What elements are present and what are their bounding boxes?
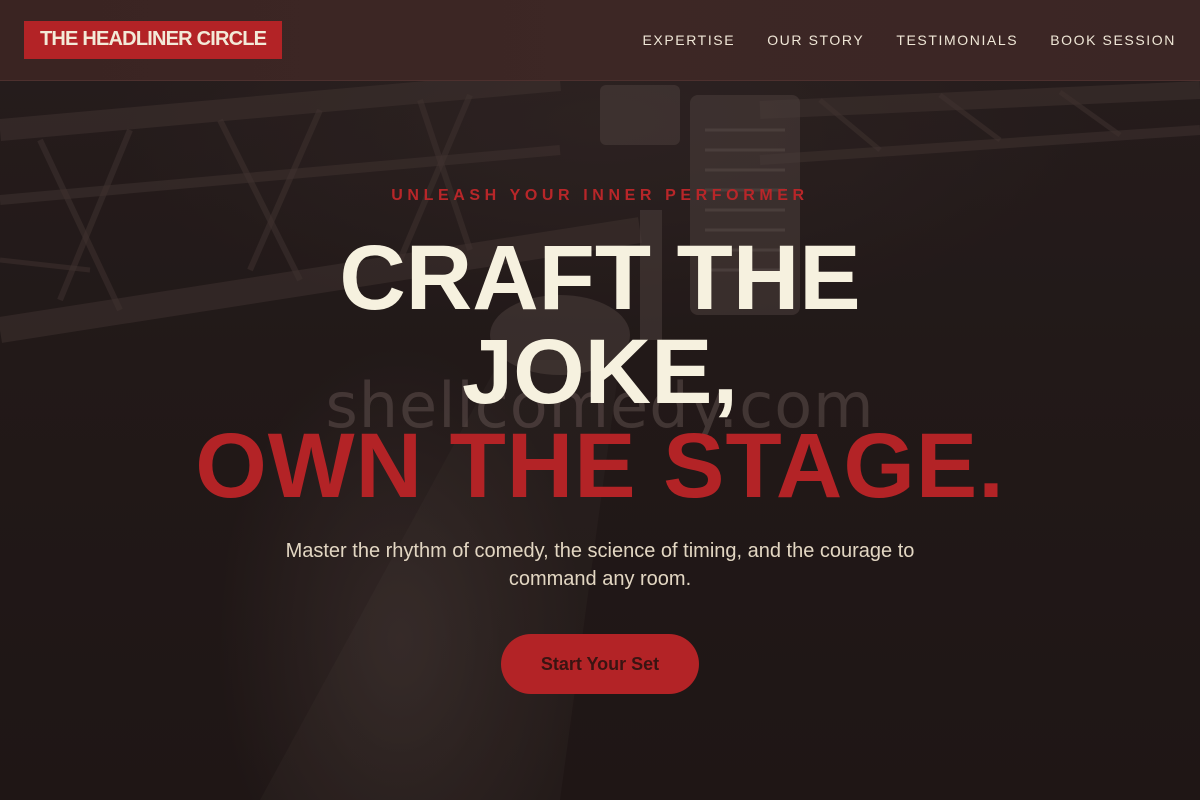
brand-logo[interactable]: THE HEADLINER CIRCLE: [24, 21, 283, 59]
start-your-set-button[interactable]: Start Your Set: [501, 634, 699, 694]
hero-eyebrow: UNLEASH YOUR INNER PERFORMER: [391, 187, 809, 204]
main-nav: EXPERTISE OUR STORY TESTIMONIALS BOOK SE…: [642, 32, 1176, 48]
headline-line-1: CRAFT THE: [339, 227, 861, 329]
hero-headline: CRAFT THE JOKE, OWN THE STAGE.: [0, 231, 1200, 513]
nav-link-expertise[interactable]: EXPERTISE: [642, 32, 735, 48]
nav-link-our-story[interactable]: OUR STORY: [767, 32, 864, 48]
landing-page: THE HEADLINER CIRCLE EXPERTISE OUR STORY…: [0, 0, 1200, 800]
site-header: THE HEADLINER CIRCLE EXPERTISE OUR STORY…: [0, 0, 1200, 81]
nav-link-book-session[interactable]: BOOK SESSION: [1050, 32, 1176, 48]
headline-line-2: JOKE,: [461, 321, 739, 423]
hero-subtitle: Master the rhythm of comedy, the science…: [285, 540, 915, 590]
hero-section: UNLEASH YOUR INNER PERFORMER shellcomedy…: [0, 81, 1200, 800]
nav-link-testimonials[interactable]: TESTIMONIALS: [896, 32, 1018, 48]
headline-line-3-accent: OWN THE STAGE.: [195, 415, 1005, 517]
